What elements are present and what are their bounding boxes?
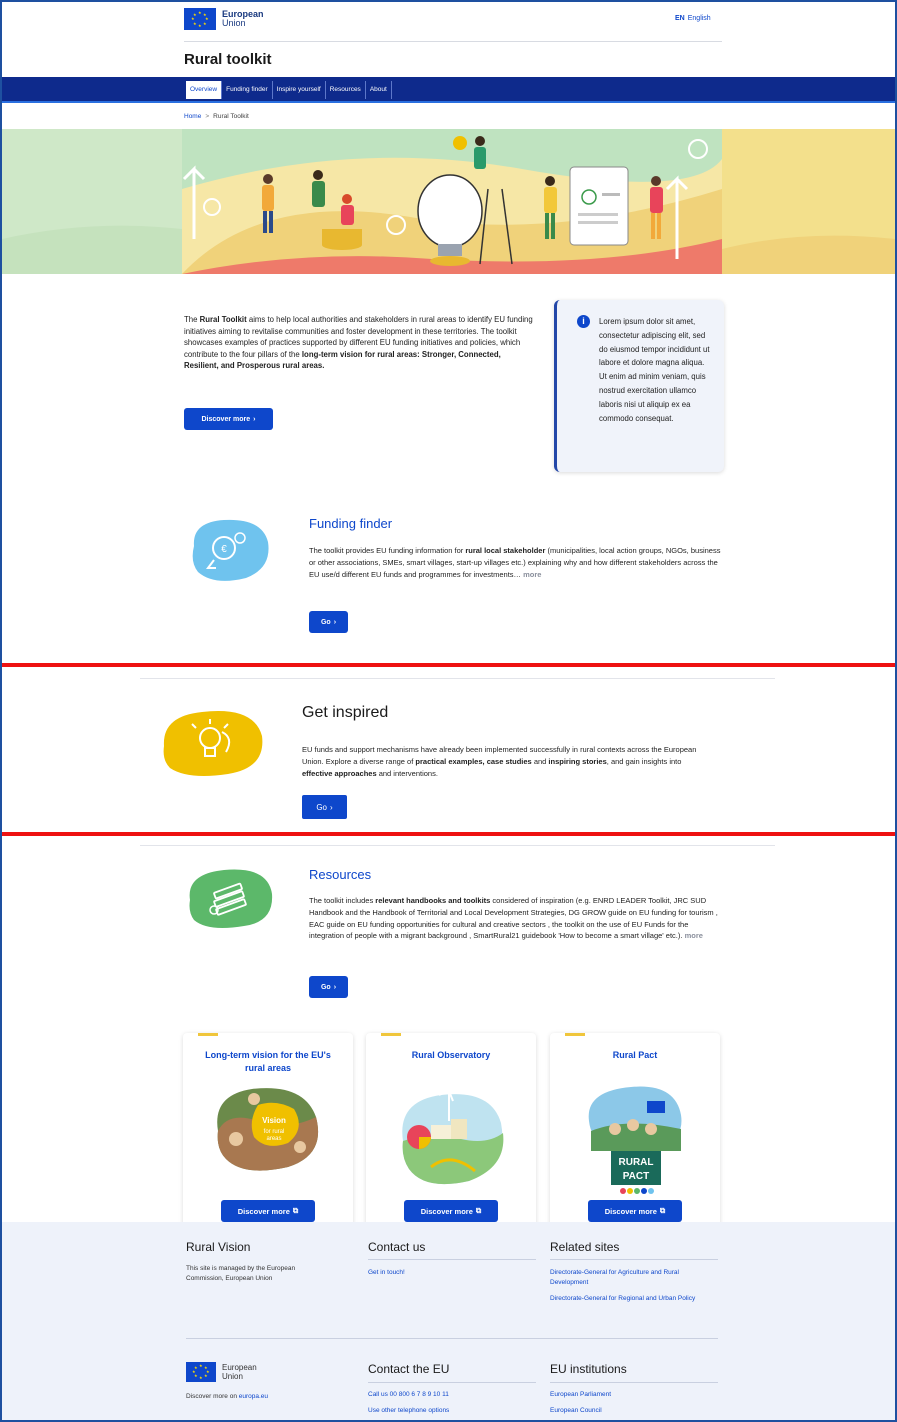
footer-related-title: Related sites	[550, 1240, 620, 1254]
get-inspired-icon	[163, 711, 263, 776]
intro-text: The Rural Toolkit aims to help local aut…	[184, 315, 533, 371]
eu-flag-icon: ★ ★ ★ ★ ★ ★ ★ ★	[184, 8, 216, 30]
vision-image: Vision for rural areas	[217, 1088, 319, 1171]
funding-more-link[interactable]: more	[523, 570, 541, 579]
card-rural-pact[interactable]: Rural Pact RURAL PACT Discover more ⧉	[550, 1033, 720, 1228]
resources-more-link[interactable]: more	[685, 931, 703, 940]
other-phone-link[interactable]: Use other telephone options	[368, 1406, 449, 1416]
card-discover-more-button[interactable]: Discover more ⧉	[588, 1200, 682, 1222]
svg-text:PACT: PACT	[623, 1171, 649, 1182]
svg-text:for rural: for rural	[264, 1129, 285, 1135]
svg-text:Vision: Vision	[262, 1116, 286, 1125]
highlight-line-top	[0, 663, 897, 667]
card-title[interactable]: Rural Pact	[550, 1049, 720, 1062]
discover-more-button[interactable]: Discover more ›	[184, 408, 273, 430]
rural-pact-image: RURAL PACT	[588, 1086, 682, 1194]
svg-text:RURAL: RURAL	[619, 1157, 654, 1168]
site-title[interactable]: Rural toolkit	[184, 51, 272, 68]
funding-finder-title[interactable]: Funding finder	[309, 516, 392, 531]
main-nav: Overview Funding finder Inspire yourself…	[2, 77, 895, 103]
footer-divider	[550, 1259, 718, 1260]
nav-item-inspire-yourself[interactable]: Inspire yourself	[273, 81, 326, 99]
resources-go-button[interactable]: Go ›	[309, 976, 348, 998]
chevron-right-icon: ›	[333, 983, 337, 991]
external-link-icon: ⧉	[292, 1206, 299, 1215]
funding-finder-icon: €	[192, 519, 269, 581]
external-link-icon: ⧉	[659, 1206, 666, 1215]
nav-item-funding-finder[interactable]: Funding finder	[222, 81, 273, 99]
eu-flag-icon: ★ ★ ★ ★ ★ ★ ★ ★	[186, 1362, 216, 1382]
breadcrumb-current: Rural Toolkit	[213, 113, 249, 120]
chevron-right-icon: ›	[253, 415, 256, 423]
svg-text:€: €	[221, 544, 227, 555]
footer-divider	[368, 1259, 536, 1260]
breadcrumb: Home > Rural Toolkit	[184, 113, 249, 120]
card-title[interactable]: Rural Observatory	[366, 1049, 536, 1062]
get-inspired-title[interactable]: Get inspired	[302, 704, 388, 722]
footer-contact-title: Contact us	[368, 1240, 426, 1254]
discover-europa-text: Discover more on europa.eu	[186, 1393, 269, 1400]
european-parliament-link[interactable]: European Parliament	[550, 1390, 611, 1400]
get-inspired-go-button[interactable]: Go ›	[302, 795, 347, 819]
external-link-icon: ⧉	[475, 1206, 482, 1215]
funding-go-button[interactable]: Go ›	[309, 611, 348, 633]
svg-text:areas: areas	[266, 1136, 281, 1142]
card-accent	[565, 1033, 585, 1036]
eu-logo[interactable]: ★ ★ ★ ★ ★ ★ ★ ★ European Union	[184, 8, 264, 30]
get-inspired-text: EU funds and support mechanisms have alr…	[302, 745, 697, 778]
chevron-right-icon: ›	[330, 802, 333, 812]
card-accent	[381, 1033, 401, 1036]
footer-logo-line1: European	[222, 1363, 257, 1372]
observatory-image	[402, 1084, 504, 1185]
footer-managed-text: This site is managed by the European Com…	[186, 1265, 296, 1282]
nav-item-overview[interactable]: Overview	[186, 81, 223, 99]
card-accent	[198, 1033, 218, 1036]
footer-eu-logo[interactable]: ★ ★ ★ ★ ★ ★ ★ ★ European Union	[186, 1362, 257, 1382]
call-us-link[interactable]: Call us 00 800 6 7 8 9 10 11	[368, 1390, 449, 1400]
card-discover-more-button[interactable]: Discover more ⧉	[221, 1200, 315, 1222]
lang-name: English	[687, 15, 711, 22]
info-icon: i	[577, 315, 590, 328]
language-selector[interactable]: EN English	[675, 15, 711, 22]
card-discover-more-button[interactable]: Discover more ⧉	[404, 1200, 498, 1222]
resources-text: The toolkit includes relevant handbooks …	[309, 896, 718, 941]
card-long-term-vision[interactable]: Long-term vision for the EU's rural area…	[183, 1033, 353, 1228]
footer-divider	[368, 1382, 536, 1383]
section-divider	[140, 845, 775, 846]
site-footer: Rural Vision This site is managed by the…	[2, 1222, 895, 1420]
footer-logo-line2: Union	[222, 1372, 243, 1381]
get-in-touch-link[interactable]: Get in touch!	[368, 1268, 405, 1278]
eu-institutions-title: EU institutions	[550, 1362, 627, 1376]
info-box: i Lorem ipsum dolor sit amet, consectetu…	[554, 300, 724, 472]
chevron-right-icon: ›	[333, 618, 337, 626]
section-divider	[140, 678, 775, 679]
contact-eu-title: Contact the EU	[368, 1362, 450, 1376]
resources-icon	[189, 869, 273, 928]
nav-underline	[2, 101, 895, 103]
logo-line2: Union	[222, 18, 246, 28]
highlight-line-bottom	[0, 832, 897, 836]
breadcrumb-home[interactable]: Home	[184, 113, 201, 120]
card-title[interactable]: Long-term vision for the EU's rural area…	[183, 1049, 353, 1075]
footer-rural-vision-title: Rural Vision	[186, 1240, 251, 1254]
header-divider	[184, 41, 722, 42]
hero-illustration	[2, 129, 895, 274]
info-text: Lorem ipsum dolor sit amet, consectetur …	[599, 317, 710, 423]
european-council-link[interactable]: European Council	[550, 1406, 602, 1416]
lang-code: EN	[675, 15, 685, 22]
related-link-agri[interactable]: Directorate-General for Agriculture and …	[550, 1268, 710, 1287]
resources-title[interactable]: Resources	[309, 867, 371, 882]
footer-divider	[550, 1382, 718, 1383]
related-link-regio[interactable]: Directorate-General for Regional and Urb…	[550, 1294, 710, 1304]
europa-link[interactable]: europa.eu	[239, 1393, 268, 1400]
funding-finder-text: The toolkit provides EU funding informat…	[309, 546, 721, 579]
discover-more-label: Discover more	[201, 415, 251, 423]
nav-item-resources[interactable]: Resources	[326, 81, 366, 99]
nav-item-about[interactable]: About	[366, 81, 392, 99]
breadcrumb-separator: >	[205, 113, 210, 120]
footer-main-divider	[186, 1338, 718, 1339]
card-rural-observatory[interactable]: Rural Observatory Discover more ⧉	[366, 1033, 536, 1228]
